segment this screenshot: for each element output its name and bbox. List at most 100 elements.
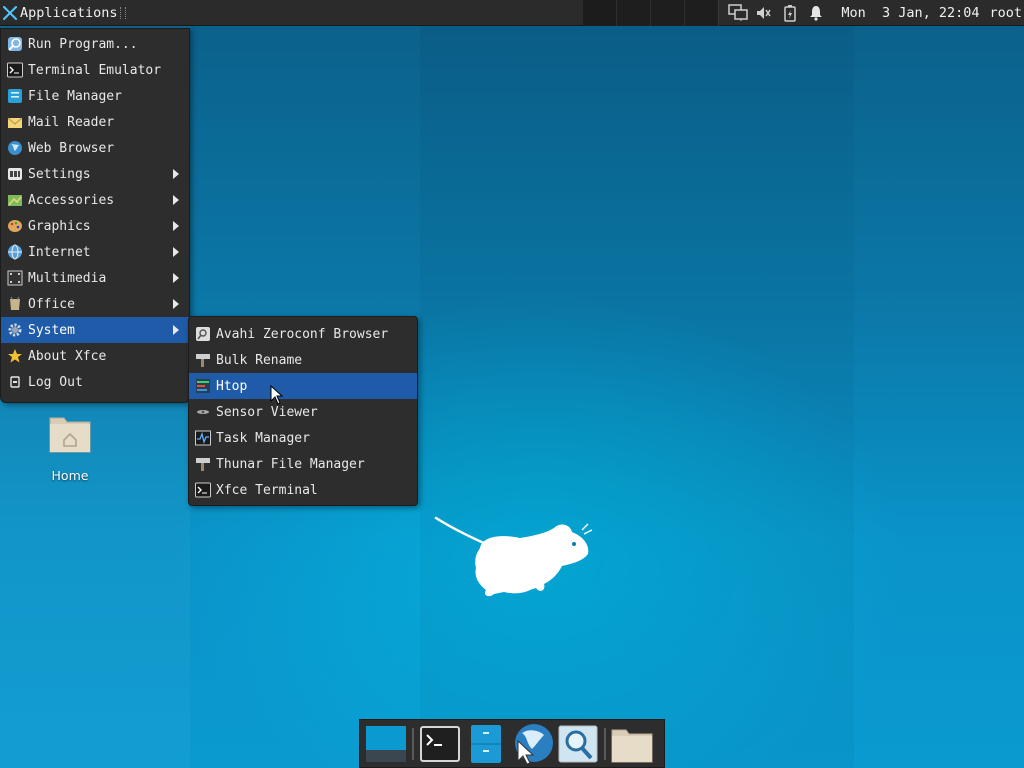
bulk-rename-icon [195,352,211,368]
menu-item-multimedia[interactable]: Multimedia [1,265,189,291]
submenu-arrow-icon [173,169,179,179]
submenu-item-label: Thunar File Manager [216,456,365,472]
mouse-pointer-icon [270,385,284,405]
dock-terminal[interactable] [417,722,463,766]
submenu-arrow-icon [173,247,179,257]
menu-item-label: Multimedia [28,270,107,286]
clock[interactable]: Mon 3 Jan, 22:04 [841,5,979,21]
submenu-item-avahi-zeroconf-browser[interactable]: Avahi Zeroconf Browser [189,321,417,347]
menu-item-internet[interactable]: Internet [1,239,189,265]
desktop-home-icon[interactable]: Home [40,410,100,483]
workspace-2[interactable] [617,0,651,26]
menu-item-run-program[interactable]: Run Program... [1,31,189,57]
htop-icon [195,378,211,394]
menu-item-about-xfce[interactable]: About Xfce [1,343,189,369]
multimedia-icon [7,270,23,286]
menu-item-system[interactable]: System [1,317,189,343]
submenu-item-label: Bulk Rename [216,352,303,368]
menu-item-settings[interactable]: Settings [1,161,189,187]
system-gear-icon [7,322,23,338]
system-submenu: Avahi Zeroconf Browser Bulk Rename Htop … [188,316,418,506]
home-folder-icon [49,417,91,453]
menu-item-label: Web Browser [28,140,115,156]
menu-item-label: Mail Reader [28,114,115,130]
submenu-item-label: Sensor Viewer [216,404,318,420]
office-icon [7,296,23,312]
submenu-arrow-icon [173,325,179,335]
volume-icon[interactable] [754,3,774,23]
menu-item-file-manager[interactable]: File Manager [1,83,189,109]
internet-icon [7,244,23,260]
workspace-3[interactable] [651,0,685,26]
workspace-4[interactable] [685,0,719,26]
workspace-switcher[interactable] [583,0,719,26]
menu-item-label: File Manager [28,88,122,104]
run-program-icon [7,36,23,52]
web-browser-icon [7,140,23,156]
submenu-arrow-icon [173,221,179,231]
task-manager-icon [195,430,211,446]
menu-item-accessories[interactable]: Accessories [1,187,189,213]
terminal-icon [195,482,211,498]
home-icon-label: Home [51,468,89,483]
submenu-item-sensor-viewer[interactable]: Sensor Viewer [189,399,417,425]
menu-item-graphics[interactable]: Graphics [1,213,189,239]
menu-item-office[interactable]: Office [1,291,189,317]
submenu-arrow-icon [173,299,179,309]
avahi-icon [195,326,211,342]
top-panel: Applications Mon 3 Jan, 22:04 root [0,0,1024,26]
folder-icon [611,729,653,762]
submenu-arrow-icon [173,273,179,283]
applications-label: Applications [20,4,118,21]
show-desktop-icon [366,725,406,762]
user-label[interactable]: root [989,5,1022,21]
dock-show-desktop[interactable] [363,722,409,766]
sensor-icon [195,404,211,420]
app-finder-icon [558,725,598,762]
dock-file-manager[interactable] [463,722,509,766]
submenu-item-thunar-file-manager[interactable]: Thunar File Manager [189,451,417,477]
menu-item-label: System [28,322,75,338]
menu-item-label: Log Out [28,374,83,390]
dock-separator [412,727,414,760]
dock-folder[interactable] [609,722,655,766]
dock-web-browser[interactable] [509,722,555,766]
menu-item-label: Terminal Emulator [28,62,162,78]
menu-item-label: Run Program... [28,36,138,52]
submenu-item-xfce-terminal[interactable]: Xfce Terminal [189,477,417,503]
submenu-item-label: Task Manager [216,430,310,446]
submenu-item-task-manager[interactable]: Task Manager [189,425,417,451]
applications-menu-button[interactable]: Applications [0,0,132,26]
applications-menu: Run Program... Terminal Emulator File Ma… [0,28,190,403]
file-manager-icon [7,88,23,104]
submenu-item-htop[interactable]: Htop [189,373,417,399]
menu-item-mail-reader[interactable]: Mail Reader [1,109,189,135]
star-icon [7,348,23,364]
settings-icon [7,166,23,182]
accessories-icon [7,192,23,208]
submenu-item-label: Avahi Zeroconf Browser [216,326,389,342]
workspace-1[interactable] [583,0,617,26]
menu-item-terminal-emulator[interactable]: Terminal Emulator [1,57,189,83]
menu-item-label: Internet [28,244,91,260]
menu-item-log-out[interactable]: Log Out [1,369,189,395]
battery-icon[interactable] [780,3,800,23]
network-icon[interactable] [728,3,749,23]
xfce-mouse-logo [434,516,593,597]
mail-icon [7,114,23,130]
logout-icon [7,374,23,390]
submenu-item-bulk-rename[interactable]: Bulk Rename [189,347,417,373]
dock-app-finder[interactable] [555,722,601,766]
terminal-icon [420,725,460,762]
menu-item-label: Accessories [28,192,115,208]
panel-handle[interactable] [119,6,126,19]
graphics-icon [7,218,23,234]
dock-separator [604,727,606,760]
submenu-item-label: Xfce Terminal [216,482,318,498]
submenu-item-label: Htop [216,378,248,394]
notification-bell-icon[interactable] [806,3,826,23]
menu-item-web-browser[interactable]: Web Browser [1,135,189,161]
system-tray: Mon 3 Jan, 22:04 root [718,0,1024,26]
web-browser-icon [515,723,553,765]
menu-item-label: Graphics [28,218,91,234]
